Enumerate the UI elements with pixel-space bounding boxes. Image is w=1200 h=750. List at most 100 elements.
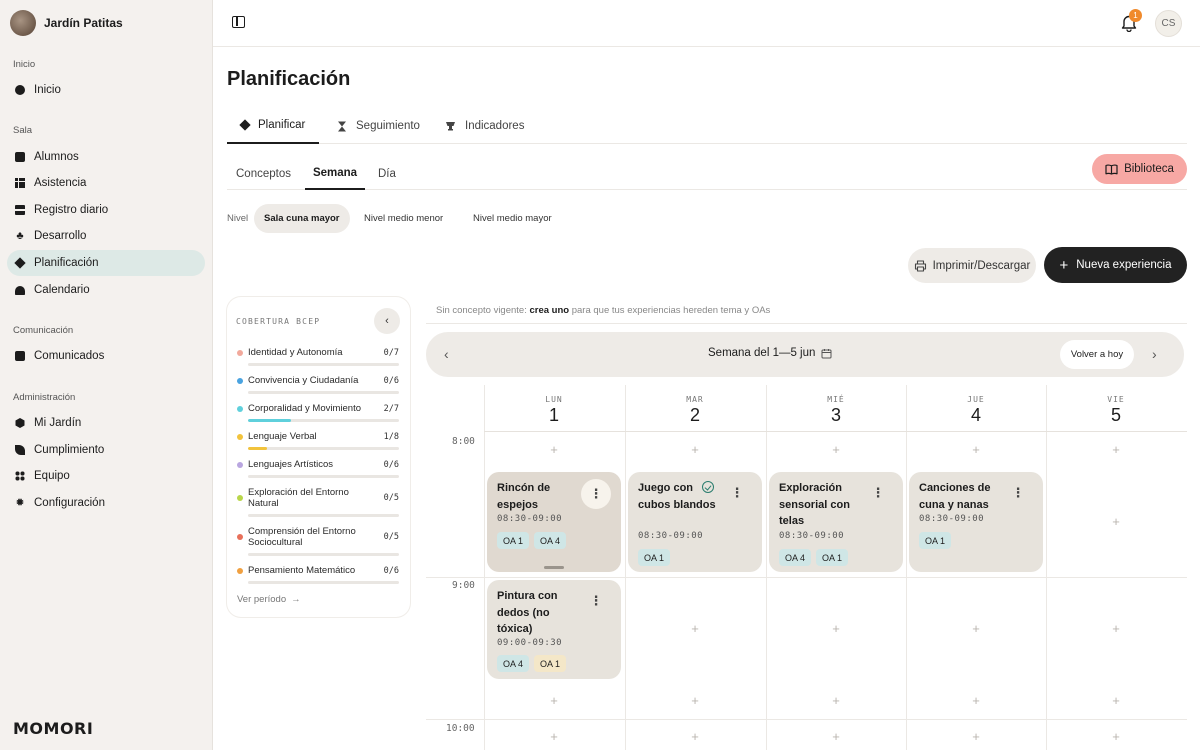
day-number: 5 [1110,405,1121,425]
tab-indicadores[interactable]: Indicadores [445,108,524,144]
add-slot-button[interactable]: + [689,443,701,456]
add-slot-button[interactable]: + [830,622,842,635]
experience-title: Canciones de cuna y nanas [919,482,991,511]
add-slot-button[interactable]: + [548,443,560,456]
hint-prefix: Sin concepto vigente: [436,305,527,316]
coverage-fraction: 0/6 [383,460,399,470]
sidebar-item-label: Registro diario [34,204,109,216]
sidebar-item-configuracion[interactable]: ✹ Configuración [7,490,205,516]
arrow-right-icon: → [291,594,301,605]
tab-semana[interactable]: Semana [305,157,365,190]
sidebar-item-asistencia[interactable]: Asistencia [7,170,205,196]
tab-planificar[interactable]: Planificar [227,108,319,144]
sidebar-item-desarrollo[interactable]: ♣ Desarrollo [7,223,205,249]
add-slot-button[interactable]: + [548,730,560,743]
experience-card[interactable]: Exploración sensorial con telas 08:30-09:… [769,472,903,572]
sidebar-item-comunicados[interactable]: Comunicados [7,343,205,369]
sidebar-item-label: Mi Jardín [34,417,82,429]
diamond-icon [14,257,26,269]
chevron-right-icon[interactable]: › [1152,346,1157,362]
experience-card[interactable]: Pintura con dedos (no tóxica) 09:00-09:30… [487,580,621,679]
biblioteca-label: Biblioteca [1124,163,1174,175]
brand[interactable]: Jardín Patitas [10,10,123,36]
day-header[interactable]: MAR 2 [625,395,765,426]
experience-card[interactable]: Canciones de cuna y nanas 08:30-09:00 OA 1… [909,472,1043,572]
sidebar-toggle-icon[interactable] [232,16,245,28]
add-slot-button[interactable]: + [1110,694,1122,707]
tab-dia[interactable]: Día [378,157,396,190]
topbar: 1 CS [213,0,1200,47]
nav-section-comunicacion: Comunicación [13,325,74,336]
sidebar-item-equipo[interactable]: Equipo [7,463,205,489]
add-slot-button[interactable]: + [1110,515,1122,528]
more-options-icon[interactable]: ⋮ [722,478,752,508]
sidebar-item-cumplimiento[interactable]: Cumplimiento [7,437,205,463]
sidebar-item-inicio[interactable]: Inicio [7,77,205,103]
day-header[interactable]: JUE 4 [906,395,1046,426]
day-abbr: VIE [1107,395,1125,404]
tab-conceptos[interactable]: Conceptos [236,157,291,190]
collapse-panel-button[interactable]: ‹ [374,308,400,334]
coverage-fraction: 1/8 [383,432,399,442]
experience-card[interactable]: Juego con cubos blandos 08:30-09:00 OA 1 ⋮ [628,472,762,572]
add-slot-button[interactable]: + [830,730,842,743]
add-slot-button[interactable]: + [970,694,982,707]
coverage-dot [237,462,243,468]
nivel-chip-cuna-mayor[interactable]: Sala cuna mayor [254,204,350,233]
add-slot-button[interactable]: + [1110,622,1122,635]
nivel-chip-medio-menor[interactable]: Nivel medio menor [354,204,453,233]
sidebar-item-registro[interactable]: Registro diario [7,197,205,223]
today-button[interactable]: Volver a hoy [1060,340,1134,369]
create-concept-link[interactable]: crea uno [529,305,569,316]
coverage-name: Corporalidad y Movimiento [248,403,361,414]
add-slot-button[interactable]: + [970,443,982,456]
coverage-dot [237,434,243,440]
tab-seguimiento[interactable]: Seguimiento [337,108,420,144]
chevron-left-icon[interactable]: ‹ [444,346,449,362]
day-number: 3 [830,405,841,425]
sidebar-item-mijardin[interactable]: Mi Jardín [7,410,205,436]
print-button[interactable]: Imprimir/Descargar [908,248,1036,283]
experience-card[interactable]: Rincón de espejos 08:30-09:00 OA 1 OA 4 ⋮ [487,472,621,572]
week-label[interactable]: Semana del 1—5 jun [708,347,832,359]
add-slot-button[interactable]: + [689,730,701,743]
user-avatar[interactable]: CS [1155,10,1182,37]
add-slot-button[interactable]: + [970,730,982,743]
more-options-icon[interactable]: ⋮ [581,479,611,509]
oa-tag: OA 1 [497,532,530,549]
ver-periodo-label: Ver período [237,594,287,605]
coverage-fraction: 0/6 [383,376,399,386]
sidebar-item-label: Planificación [34,257,99,269]
sidebar-item-alumnos[interactable]: Alumnos [7,144,205,170]
add-slot-button[interactable]: + [830,443,842,456]
day-header[interactable]: LUN 1 [484,395,624,426]
sidebar-item-planificacion[interactable]: Planificación [7,250,205,276]
add-slot-button[interactable]: + [689,694,701,707]
add-slot-button[interactable]: + [970,622,982,635]
resize-handle[interactable] [544,566,564,569]
divider [426,323,1187,324]
add-slot-button[interactable]: + [689,622,701,635]
new-experience-button[interactable]: + Nueva experiencia [1044,247,1187,283]
page-title: Planificación [227,68,351,90]
new-experience-label: Nueva experiencia [1076,259,1172,271]
sidebar-item-label: Calendario [34,284,90,296]
coverage-fraction: 0/5 [383,532,399,542]
sidebar-item-calendario[interactable]: Calendario [7,277,205,303]
add-slot-button[interactable]: + [1110,730,1122,743]
add-slot-button[interactable]: + [548,694,560,707]
sidebar-item-label: Equipo [34,470,70,482]
day-abbr: JUE [967,395,985,404]
notification-badge: 1 [1129,9,1142,22]
biblioteca-button[interactable]: Biblioteca [1092,154,1187,184]
more-options-icon[interactable]: ⋮ [581,586,611,616]
ver-periodo-link[interactable]: Ver período → [237,594,301,605]
day-header[interactable]: VIE 5 [1046,395,1186,426]
add-slot-button[interactable]: + [1110,443,1122,456]
more-options-icon[interactable]: ⋮ [863,478,893,508]
nivel-label: Nivel [227,213,249,224]
more-options-icon[interactable]: ⋮ [1003,478,1033,508]
day-header[interactable]: MIÉ 3 [766,395,906,426]
add-slot-button[interactable]: + [830,694,842,707]
nivel-chip-medio-mayor[interactable]: Nivel medio mayor [463,204,562,233]
